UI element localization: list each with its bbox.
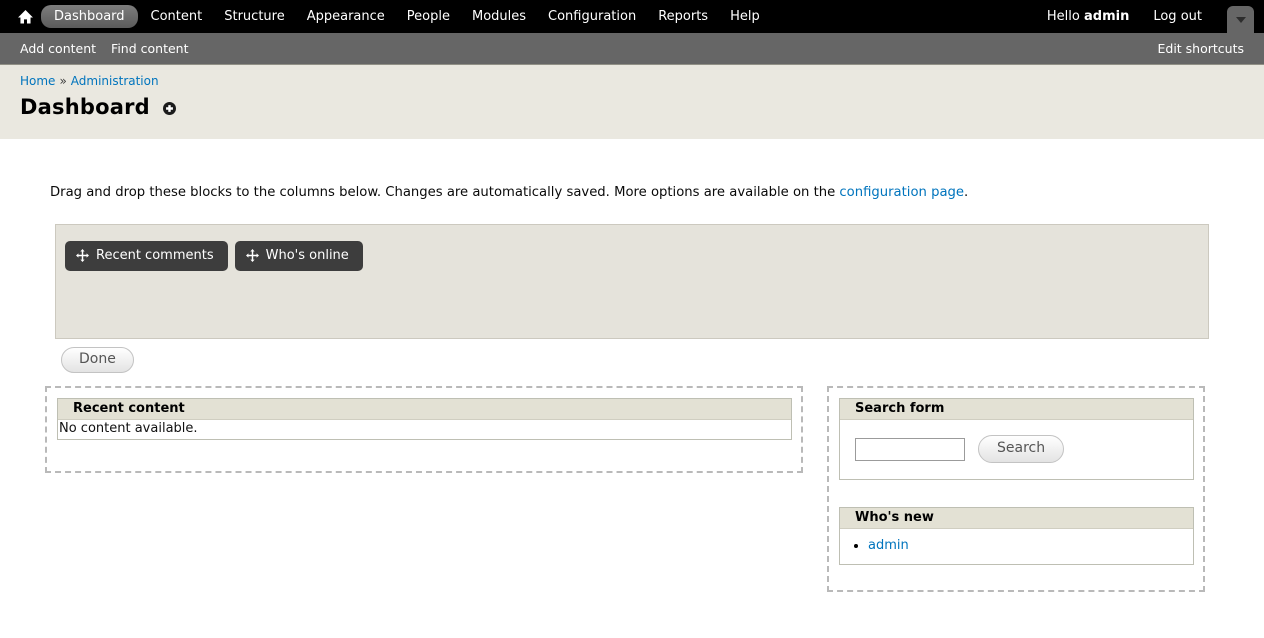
search-form-block[interactable]: Search form Search <box>839 398 1194 480</box>
username: admin <box>1084 9 1129 24</box>
toolbar-toggle-button[interactable] <box>1227 6 1254 33</box>
drag-block-label: Recent comments <box>96 248 214 263</box>
shortcut-add-content[interactable]: Add content <box>20 41 96 56</box>
shortcuts-bar: Add content Find content Edit shortcuts <box>0 33 1264 65</box>
user-greeting: Hello admin <box>1047 9 1129 24</box>
toolbar-item-structure[interactable]: Structure <box>213 4 295 29</box>
list-item: admin <box>868 538 1193 553</box>
drag-block-recent-comments[interactable]: Recent comments <box>65 241 228 271</box>
page-title: Dashboard <box>20 95 150 119</box>
block-title-search-form: Search form <box>840 399 1193 420</box>
toolbar-item-help[interactable]: Help <box>719 4 771 29</box>
home-icon[interactable] <box>14 10 41 24</box>
drag-block-whos-online[interactable]: Who's online <box>235 241 363 271</box>
toolbar-item-configuration[interactable]: Configuration <box>537 4 647 29</box>
breadcrumb-home-link[interactable]: Home <box>20 74 55 88</box>
dashboard-main-region[interactable]: Recent content No content available. <box>45 386 803 473</box>
recent-content-empty-text: No content available. <box>58 420 791 439</box>
logout-link[interactable]: Log out <box>1153 9 1202 24</box>
toolbar-item-dashboard[interactable]: Dashboard <box>41 5 138 28</box>
done-button[interactable]: Done <box>61 347 134 373</box>
edit-shortcuts-link[interactable]: Edit shortcuts <box>1157 41 1244 56</box>
admin-toolbar: Dashboard Content Structure Appearance P… <box>0 0 1264 33</box>
breadcrumb-administration-link[interactable]: Administration <box>71 74 159 88</box>
dashboard-sidebar-region[interactable]: Search form Search Who's new admin <box>827 386 1205 592</box>
block-title-whos-new: Who's new <box>840 508 1193 529</box>
toolbar-item-reports[interactable]: Reports <box>647 4 719 29</box>
breadcrumb-separator: » <box>59 74 66 88</box>
move-icon <box>76 249 89 262</box>
toolbar-item-people[interactable]: People <box>396 4 461 29</box>
shortcut-find-content[interactable]: Find content <box>111 41 188 56</box>
dashboard-drag-dropzone[interactable]: Recent comments Who's online <box>55 224 1209 339</box>
block-title-recent-content: Recent content <box>58 399 791 420</box>
recent-content-block[interactable]: Recent content No content available. <box>57 398 792 440</box>
search-button[interactable]: Search <box>978 435 1064 463</box>
toolbar-item-content[interactable]: Content <box>140 4 214 29</box>
user-link-admin[interactable]: admin <box>868 538 909 553</box>
page-header: Home » Administration Dashboard <box>0 65 1264 139</box>
toolbar-item-appearance[interactable]: Appearance <box>296 4 396 29</box>
drag-block-label: Who's online <box>266 248 349 263</box>
configuration-page-link[interactable]: configuration page <box>839 185 964 200</box>
toolbar-item-modules[interactable]: Modules <box>461 4 537 29</box>
search-input[interactable] <box>855 438 965 461</box>
whos-new-user-list: admin <box>840 538 1193 553</box>
circle-plus-icon[interactable] <box>163 102 176 115</box>
whos-new-block[interactable]: Who's new admin <box>839 507 1194 565</box>
chevron-down-icon <box>1236 17 1246 23</box>
breadcrumb: Home » Administration <box>20 74 1264 88</box>
move-icon <box>246 249 259 262</box>
intro-text: Drag and drop these blocks to the column… <box>50 185 1264 200</box>
